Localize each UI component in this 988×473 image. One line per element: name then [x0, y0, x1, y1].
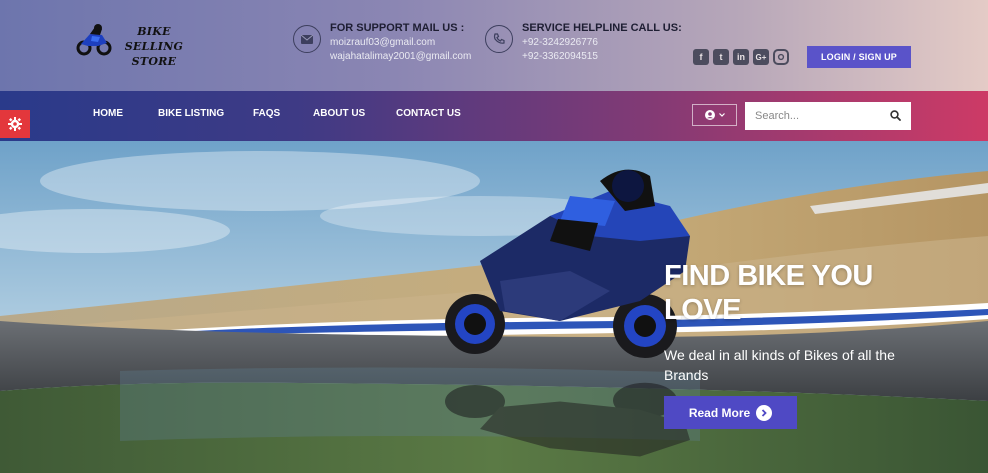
logo-line-2: STORE	[131, 55, 177, 68]
hero-title: FIND BIKE YOU LOVE	[664, 260, 873, 326]
nav-bike-listing[interactable]: BIKE LISTING	[158, 108, 224, 119]
helpline-block: SERVICE HELPLINE CALL US: +92-3242926776…	[485, 22, 685, 72]
helpline-phone-2[interactable]: +92-3362094515	[522, 51, 598, 62]
helpline-title: SERVICE HELPLINE CALL US:	[522, 22, 682, 34]
chevron-right-icon	[756, 404, 773, 421]
read-more-label: Read More	[688, 405, 751, 420]
hero-subtitle: We deal in all kinds of Bikes of all the…	[664, 347, 895, 383]
read-more-button[interactable]: Read More	[664, 396, 797, 429]
instagram-icon[interactable]	[773, 49, 789, 65]
linkedin-icon[interactable]: in	[733, 49, 749, 65]
hero-banner: FIND BIKE YOU LOVE We deal in all kinds …	[0, 141, 988, 473]
twitter-icon[interactable]: t	[713, 49, 729, 65]
login-signup-button[interactable]: LOGIN / SIGN UP	[807, 46, 911, 68]
support-mail-block: FOR SUPPORT MAIL US : moizrauf03@gmail.c…	[293, 22, 483, 72]
logo-line-1: BIKE SELLING	[124, 25, 184, 53]
chevron-down-icon	[718, 113, 725, 117]
support-email-1[interactable]: moizrauf03@gmail.com	[330, 37, 435, 48]
search-input[interactable]	[755, 103, 885, 129]
support-title: FOR SUPPORT MAIL US :	[330, 22, 465, 34]
helpline-phone-1[interactable]: +92-3242926776	[522, 37, 598, 48]
user-account-dropdown[interactable]	[692, 104, 737, 126]
envelope-icon	[293, 25, 321, 53]
support-email-2[interactable]: wajahatalimay2001@gmail.com	[330, 51, 471, 62]
gear-icon	[8, 117, 22, 131]
phone-icon	[485, 25, 513, 53]
nav-faqs[interactable]: FAQS	[253, 108, 280, 119]
nav-contact-us[interactable]: CONTACT US	[396, 108, 461, 119]
settings-toggle-button[interactable]	[0, 110, 30, 138]
search-icon[interactable]	[890, 110, 901, 121]
nav-about-us[interactable]: ABOUT US	[313, 108, 365, 119]
search-box	[745, 102, 911, 130]
top-header: BIKE SELLING STORE FOR SUPPORT MAIL US :…	[0, 0, 988, 91]
motorbike-logo-icon	[76, 24, 112, 56]
site-logo[interactable]: BIKE SELLING STORE	[76, 20, 196, 68]
logo-text: BIKE SELLING STORE	[114, 24, 194, 69]
nav-home[interactable]: HOME	[93, 108, 123, 119]
google-plus-icon[interactable]: G+	[753, 49, 769, 65]
social-links: f t in G+	[693, 49, 789, 65]
facebook-icon[interactable]: f	[693, 49, 709, 65]
user-circle-icon	[704, 110, 715, 120]
